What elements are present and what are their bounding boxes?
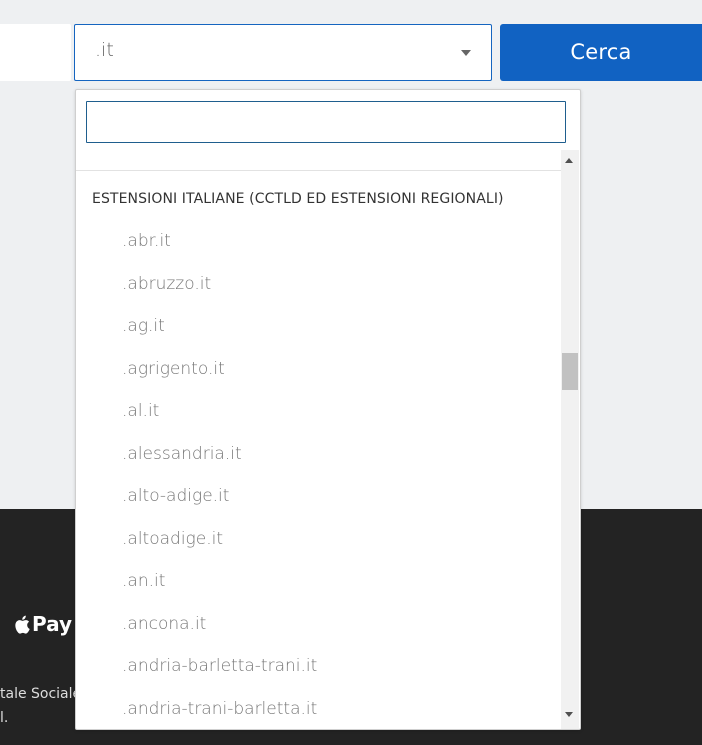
domain-name-input[interactable] <box>0 24 71 81</box>
option-group-header: ESTENSIONI ITALIANE (CCTLD ED ESTENSIONI… <box>92 191 504 207</box>
option-andria-barletta-trani-it[interactable]: .andria-barletta-trani.it <box>76 645 561 688</box>
option-abr-it[interactable]: .abr.it <box>76 220 561 263</box>
option-al-it[interactable]: .al.it <box>76 390 561 433</box>
divider <box>76 170 561 171</box>
scroll-down-arrow-icon[interactable] <box>565 712 573 717</box>
footer-legal-text: tale Sociale <box>0 686 82 702</box>
option-an-it[interactable]: .an.it <box>76 560 561 603</box>
option-andria-trani-barletta-it[interactable]: .andria-trani-barletta.it <box>76 688 561 730</box>
extension-dropdown: ESTENSIONI ITALIANE (CCTLD ED ESTENSIONI… <box>75 89 581 730</box>
extension-select[interactable]: .it <box>74 24 492 81</box>
dropdown-search-input[interactable] <box>86 101 566 143</box>
chevron-down-icon <box>461 50 471 56</box>
option-alessandria-it[interactable]: .alessandria.it <box>76 433 561 476</box>
scrollbar[interactable] <box>561 150 579 729</box>
apple-icon <box>15 615 30 634</box>
option-ag-it[interactable]: .ag.it <box>76 305 561 348</box>
search-button[interactable]: Cerca <box>500 24 702 81</box>
extension-select-value: .it <box>95 39 114 61</box>
option-abruzzo-it[interactable]: .abruzzo.it <box>76 263 561 306</box>
footer-legal-text-2: l. <box>0 710 9 726</box>
option-alto-adige-it[interactable]: .alto-adige.it <box>76 475 561 518</box>
option-altoadige-it[interactable]: .altoadige.it <box>76 518 561 561</box>
apple-pay-logo: Pay <box>14 612 72 636</box>
scrollbar-thumb[interactable] <box>562 353 578 390</box>
option-agrigento-it[interactable]: .agrigento.it <box>76 348 561 391</box>
options-list: .abr.it .abruzzo.it .ag.it .agrigento.it… <box>76 220 561 730</box>
option-ancona-it[interactable]: .ancona.it <box>76 603 561 646</box>
scroll-up-arrow-icon[interactable] <box>565 158 573 163</box>
apple-pay-text: Pay <box>32 612 73 636</box>
